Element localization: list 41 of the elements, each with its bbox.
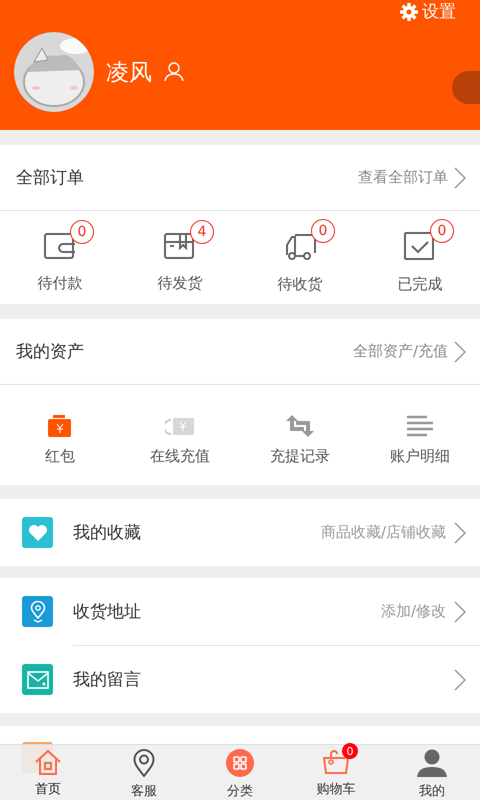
nav-tab[interactable]: 0 购物车 (288, 745, 384, 800)
chevron-right-icon (454, 166, 466, 188)
asset-button[interactable]: 账户明细 (360, 400, 480, 470)
count-badge: 0 (70, 220, 94, 244)
truck-icon (283, 231, 317, 261)
chevron-right-icon (454, 668, 466, 690)
nav-tab[interactable]: 分类 (192, 745, 288, 800)
user-icon (164, 62, 184, 82)
asset-button[interactable]: 充提记录 (240, 400, 360, 470)
nav-tab[interactable]: 首页 (0, 745, 96, 800)
count-badge: 0 (430, 219, 454, 243)
order-status-button[interactable]: 0 已完成 (360, 217, 480, 298)
cart-count-badge: 0 (342, 743, 358, 759)
envelope-icon (26, 670, 48, 688)
chevron-right-icon (454, 600, 466, 622)
box-icon (164, 232, 196, 260)
order-status-button[interactable]: 0 待收货 (240, 217, 360, 298)
wallet-icon (44, 232, 76, 260)
nav-tab[interactable]: 客服 (96, 745, 192, 800)
username: 凌风 (106, 58, 152, 88)
side-tab[interactable] (452, 71, 480, 104)
settings-icon (400, 2, 418, 20)
heart-icon (28, 524, 48, 542)
nav-tab[interactable]: 我的 (384, 745, 480, 800)
view-all-assets-link[interactable]: 全部资产/充值 (352, 340, 466, 362)
asset-button[interactable]: 红包 (0, 400, 120, 470)
count-badge: 4 (190, 220, 214, 244)
count-badge: 0 (311, 219, 335, 243)
chevron-right-icon (454, 522, 466, 544)
wallet-icon (48, 414, 72, 436)
section-title: 我的资产 (16, 341, 84, 363)
swap-arrows-icon (286, 414, 314, 436)
location-pin-icon (30, 600, 46, 622)
order-status-button[interactable]: 0 待付款 (0, 218, 120, 297)
view-all-orders-link[interactable]: 查看全部订单 (358, 166, 466, 188)
section-title: 全部订单 (16, 167, 84, 189)
chevron-right-icon (454, 340, 466, 362)
checkbox-icon (404, 231, 436, 261)
list-lines-icon (407, 414, 433, 436)
order-status-button[interactable]: 4 待发货 (120, 218, 240, 297)
asset-button[interactable]: 在线充值 (120, 400, 240, 470)
